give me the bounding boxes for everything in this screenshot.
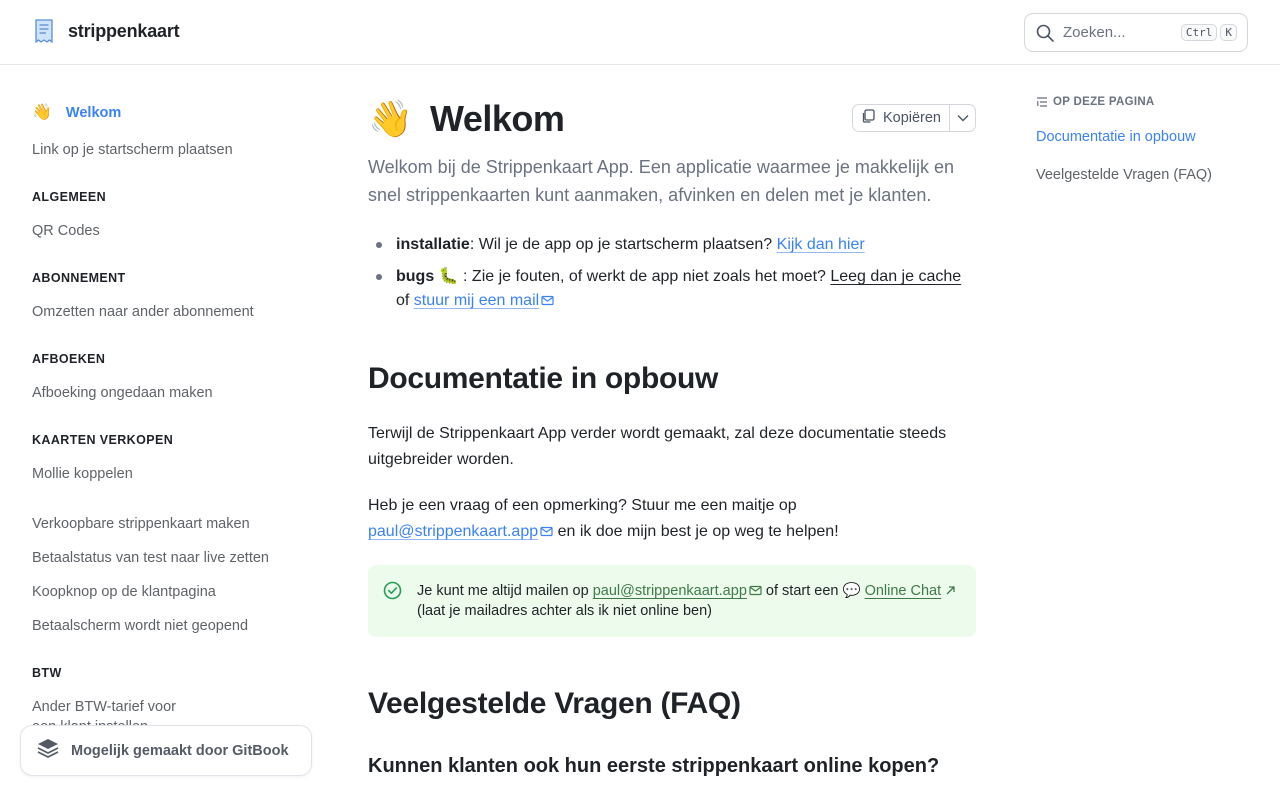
link-kijk-dan-hier[interactable]: Kijk dan hier <box>777 236 865 253</box>
online-chat-link[interactable]: Online Chat <box>865 583 942 599</box>
top-header: strippenkaart Zoeken... Ctrl K <box>0 0 1280 65</box>
page-title-row: 👋 Welkom Kopiëren <box>368 95 976 143</box>
section-heading-faq: Veelgestelde Vragen (FAQ) <box>368 687 741 720</box>
external-link-icon <box>946 586 955 595</box>
search-placeholder: Zoeken... <box>1063 24 1126 41</box>
check-circle-icon <box>383 581 402 605</box>
wave-icon: 👋 <box>32 104 52 121</box>
main-content: 👋 Welkom Kopiëren Welkom bij de Strippen… <box>368 65 976 800</box>
sidebar-item-verkoopbaar[interactable]: Verkoopbare strippenkaart maken <box>32 514 250 534</box>
bullet-text: : Wil je de app op je startscherm plaats… <box>469 236 777 253</box>
sidebar-item-label: Ander BTW-tarief voor <box>32 699 176 715</box>
section-paragraph: Heb je een vraag of een opmerking? Stuur… <box>368 493 968 545</box>
sidebar-item-afboeking[interactable]: Afboeking ongedaan maken <box>32 383 213 403</box>
wave-icon: 👋 <box>368 98 413 139</box>
hint-text: Je kunt me altijd mailen op paul@strippe… <box>417 581 965 621</box>
copy-button-label: Kopiëren <box>882 110 941 126</box>
chevron-down-icon <box>957 109 969 127</box>
copy-options-dropdown[interactable] <box>950 105 975 131</box>
sidebar-item-omzetten[interactable]: Omzetten naar ander abonnement <box>32 302 254 322</box>
bullet-term-bugs: bugs 🐛 <box>396 268 459 285</box>
search-icon <box>1035 23 1055 43</box>
sidebar-item-betaalstatus[interactable]: Betaalstatus van test naar live zetten <box>32 548 269 568</box>
mail-icon <box>541 295 554 306</box>
link-leeg-cache[interactable]: Leeg dan je cache <box>830 268 961 285</box>
list-item: bugs 🐛 : Zie je fouten, of werkt de app … <box>368 265 976 313</box>
page-title: Welkom <box>430 98 565 139</box>
paragraph-text: en ik doe mijn best je op weg te helpen! <box>553 523 839 540</box>
copy-icon <box>861 109 875 127</box>
bullet-text: of <box>396 292 414 309</box>
copy-button-group: Kopiëren <box>851 104 976 132</box>
section-paragraph: Terwijl de Strippenkaart App verder word… <box>368 425 947 468</box>
hint-text-part: Je kunt me altijd mailen op <box>417 583 593 599</box>
email-link[interactable]: paul@strippenkaart.app <box>368 523 553 540</box>
bullet-text: : Zie je fouten, of werkt de app niet zo… <box>458 268 831 285</box>
faq-question-heading: Kunnen klanten ook hun eerste strippenka… <box>368 755 940 777</box>
toc-heading-label: OP DEZE PAGINA <box>1053 96 1155 108</box>
link-label: paul@strippenkaart.app <box>592 583 747 599</box>
sidebar-section-algemeen: ALGEMEEN <box>32 190 107 204</box>
shortcut-key-k: K <box>1220 24 1237 41</box>
section-heading-documentatie: Documentatie in opbouw <box>368 362 719 395</box>
bullet-term-installatie: installatie <box>396 236 470 253</box>
link-stuur-mail[interactable]: stuur mij een mail <box>414 292 554 309</box>
sidebar-section-abonnement: ABONNEMENT <box>32 271 126 285</box>
link-label: paul@strippenkaart.app <box>368 523 539 540</box>
sidebar-item-label: Welkom <box>65 105 122 121</box>
sidebar-section-btw: BTW <box>32 666 62 680</box>
search-input[interactable]: Zoeken... Ctrl K <box>1024 13 1248 52</box>
page-description: Welkom bij de Strippenkaart App. Een app… <box>368 157 954 205</box>
sidebar-item-mollie[interactable]: Mollie koppelen <box>32 464 133 484</box>
link-label: Online Chat <box>864 583 942 599</box>
hint-email-link[interactable]: paul@strippenkaart.app <box>593 583 762 599</box>
sidebar-item-qr-codes[interactable]: QR Codes <box>32 221 100 241</box>
toc-item-faq[interactable]: Veelgestelde Vragen (FAQ) <box>1036 167 1212 183</box>
toc-heading: OP DEZE PAGINA <box>1036 96 1155 108</box>
hint-text-part: (laat je mailadres achter als ik niet on… <box>417 603 712 619</box>
shortcut-key-ctrl: Ctrl <box>1180 24 1218 41</box>
brand-name: strippenkaart <box>68 20 180 41</box>
gitbook-badge-label: Mogelijk gemaakt door GitBook <box>71 742 289 759</box>
toc-item-documentatie[interactable]: Documentatie in opbouw <box>1036 129 1196 145</box>
link-label: stuur mij een mail <box>413 292 540 309</box>
sidebar-nav: 👋 Welkom Link op je startscherm plaatsen… <box>0 65 330 800</box>
copy-button[interactable]: Kopiëren <box>853 105 950 131</box>
sidebar-item-betaalscherm[interactable]: Betaalscherm wordt niet geopend <box>32 616 248 636</box>
mail-icon <box>540 526 553 537</box>
sidebar-item-startscherm[interactable]: Link op je startscherm plaatsen <box>32 140 233 160</box>
receipt-icon <box>32 18 56 44</box>
gitbook-icon <box>37 738 59 763</box>
sidebar-item-koopknop[interactable]: Koopknop op de klantpagina <box>32 582 216 602</box>
sidebar-section-afboeken: AFBOEKEN <box>32 352 106 366</box>
hint-text-part: of start een 💬 <box>761 583 865 599</box>
paragraph-text: Heb je een vraag of een opmerking? Stuur… <box>368 497 797 514</box>
hint-box: Je kunt me altijd mailen op paul@strippe… <box>368 565 976 637</box>
list-item: installatie: Wil je de app op je startsc… <box>368 233 976 257</box>
mail-icon <box>749 585 762 596</box>
gitbook-badge-link[interactable]: Mogelijk gemaakt door GitBook <box>20 725 312 776</box>
intro-list: installatie: Wil je de app op je startsc… <box>368 233 976 321</box>
sidebar-section-kaarten-verkopen: KAARTEN VERKOPEN <box>32 433 174 447</box>
sidebar-item-welkom[interactable]: 👋 Welkom <box>32 103 121 123</box>
brand-link[interactable]: strippenkaart <box>32 18 180 44</box>
list-icon <box>1037 97 1047 107</box>
